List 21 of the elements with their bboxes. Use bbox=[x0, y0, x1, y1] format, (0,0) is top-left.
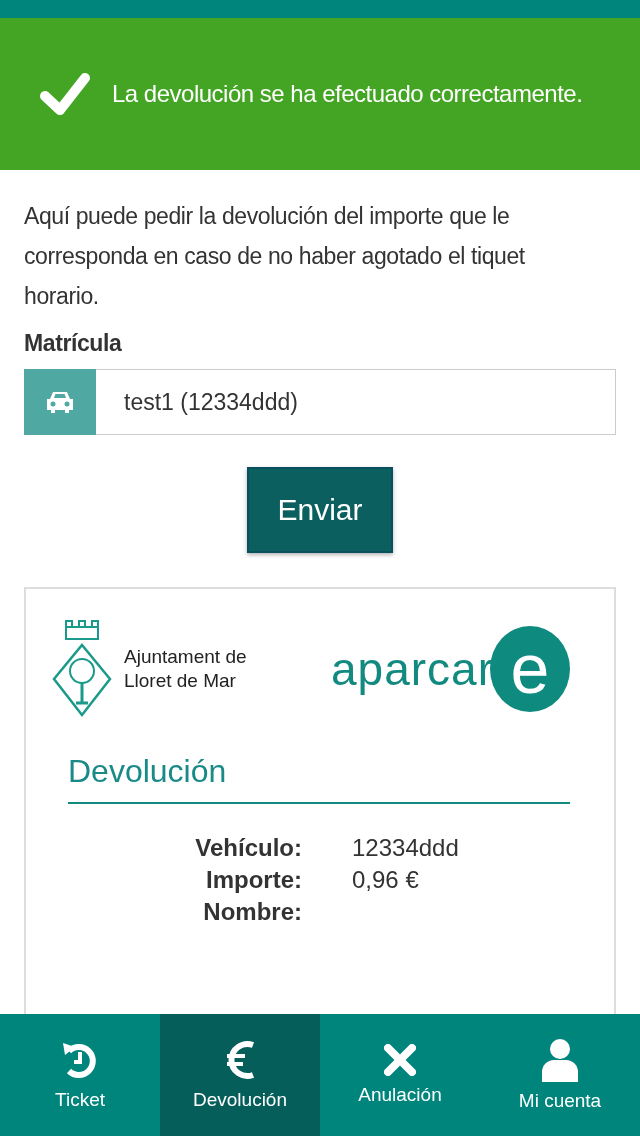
field-value: 12334ddd bbox=[352, 834, 460, 862]
send-button[interactable]: Enviar bbox=[247, 467, 393, 553]
user-icon bbox=[542, 1038, 578, 1082]
council-name: Lloret de Mar bbox=[124, 669, 237, 693]
check-icon bbox=[40, 72, 90, 116]
council-name: Ajuntament de bbox=[124, 645, 247, 669]
field-label: Nombre: bbox=[202, 898, 302, 926]
coat-of-arms-icon bbox=[52, 619, 112, 719]
nav-tab[interactable]: Devolución bbox=[160, 1014, 320, 1136]
receipt-title: Devolución bbox=[68, 753, 570, 804]
plate-field[interactable]: test1 (12334ddd) bbox=[96, 369, 616, 435]
success-message: La devolución se ha efectuado correctamente. bbox=[112, 80, 583, 108]
close-icon bbox=[384, 1044, 416, 1076]
field-value: 0,96 € bbox=[352, 866, 420, 894]
plate-label: Matrícula bbox=[24, 330, 123, 357]
field-label: Vehículo: bbox=[194, 834, 302, 862]
euro-icon bbox=[225, 1039, 255, 1081]
field-label: Importe: bbox=[205, 866, 302, 894]
brand-logo-mark: e bbox=[490, 626, 570, 712]
intro-text: Aquí puede pedir la devolución del importe que le corresponda en caso de no haber agotado el tiquet horario. bbox=[24, 202, 526, 311]
car-icon bbox=[24, 369, 96, 435]
